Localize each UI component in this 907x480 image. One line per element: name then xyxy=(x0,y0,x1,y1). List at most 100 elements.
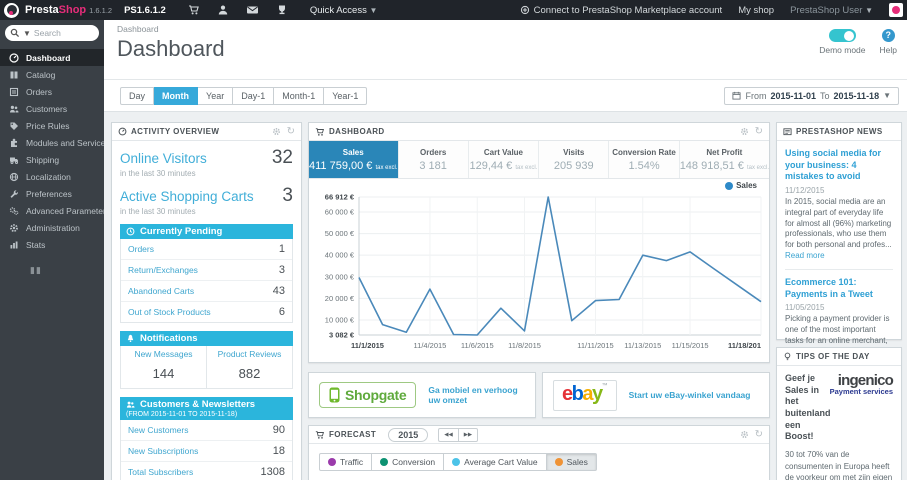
trophy-icon[interactable] xyxy=(276,4,288,16)
active-carts-link[interactable]: Active Shopping Carts xyxy=(120,189,254,204)
news-article: Using social media for your business: 4 … xyxy=(785,148,893,261)
sidebar-item-modules-and-services[interactable]: Modules and Services xyxy=(0,134,110,151)
range-month-1-button[interactable]: Month-1 xyxy=(274,86,325,105)
gear-icon[interactable] xyxy=(272,127,281,136)
sidebar-item-localization[interactable]: Localization xyxy=(0,168,104,185)
cart-icon[interactable] xyxy=(188,4,200,16)
date-from-value: 2015-11-01 xyxy=(770,90,817,101)
search-input[interactable] xyxy=(33,28,86,38)
sidebar-collapse-icon[interactable]: ▮▮ xyxy=(30,265,104,276)
cart-icon xyxy=(315,430,325,439)
range-day-button[interactable]: Day xyxy=(120,86,155,105)
bar-chart-icon xyxy=(10,241,18,248)
read-more-link[interactable]: Read more xyxy=(785,251,825,260)
list-item-orders[interactable]: Orders 1 xyxy=(121,239,292,260)
svg-text:11/1/2015: 11/1/2015 xyxy=(351,341,384,350)
search-scope-caret-icon[interactable]: ▼ xyxy=(23,29,31,38)
kpi-cart-value[interactable]: Cart Value 129,44 € tax excl. xyxy=(468,141,540,178)
tips-panel-header: TIPS OF THE DAY xyxy=(777,348,901,366)
forecast-prev-button[interactable]: ◀◀ xyxy=(438,427,458,442)
sidebar-item-dashboard[interactable]: Dashboard xyxy=(0,49,104,66)
list-item-returns[interactable]: Return/Exchanges 3 xyxy=(121,260,292,281)
online-visitors-value: 32 xyxy=(271,147,293,168)
demo-mode-toggle[interactable] xyxy=(828,29,856,42)
gear-icon[interactable] xyxy=(740,430,749,439)
shopgate-link[interactable]: Ga mobiel en verhoog uw omzet xyxy=(428,385,525,405)
range-day-1-button[interactable]: Day-1 xyxy=(233,86,275,105)
sales-chart-area: Sales 66 912 €60 000 €50 000 €40 000 €30… xyxy=(309,179,769,359)
kpi-sales[interactable]: Sales 411 759,00 € tax excl. xyxy=(309,141,399,178)
sidebar-item-shipping[interactable]: Shipping xyxy=(0,151,104,168)
toggle-conversion[interactable]: Conversion xyxy=(372,453,445,471)
svg-text:11/8/2015: 11/8/2015 xyxy=(508,341,541,350)
kpi-row: Sales 411 759,00 € tax excl. Orders 3 18… xyxy=(309,141,769,179)
range-month-button[interactable]: Month xyxy=(154,86,199,105)
kpi-net-profit[interactable]: Net Profit 148 918,51 € tax excl. xyxy=(679,141,769,178)
list-item-out-of-stock[interactable]: Out of Stock Products 6 xyxy=(121,302,292,322)
svg-text:60 000 €: 60 000 € xyxy=(325,207,355,216)
svg-text:11/15/2015: 11/15/2015 xyxy=(672,341,709,350)
news-article-title[interactable]: Ecommerce 101: Payments in a Tweet xyxy=(785,277,893,300)
sidebar-item-customers[interactable]: Customers xyxy=(0,100,104,117)
person-icon[interactable] xyxy=(217,4,229,16)
book-icon xyxy=(10,71,18,78)
range-year-button[interactable]: Year xyxy=(198,86,234,105)
news-article-title[interactable]: Using social media for your business: 4 … xyxy=(785,148,893,183)
list-item-total-subscribers[interactable]: Total Subscribers 1308 xyxy=(121,462,292,480)
online-visitors-link[interactable]: Online Visitors xyxy=(120,151,207,166)
shopgate-logo: Shopgate xyxy=(319,382,417,408)
prestashop-logo-icon[interactable] xyxy=(4,2,19,18)
kpi-visits[interactable]: Visits 205 939 xyxy=(539,141,610,178)
sidebar-item-advanced-parameters[interactable]: Advanced Parameters xyxy=(0,202,110,219)
toggle-traffic[interactable]: Traffic xyxy=(319,453,373,471)
forecast-toggle-group: Traffic Conversion Average Cart Value Sa… xyxy=(309,444,769,471)
quick-access-menu[interactable]: Quick Access ▼ xyxy=(310,5,378,16)
tips-of-the-day-panel: TIPS OF THE DAY ingenico Payment service… xyxy=(776,347,902,480)
help-icon[interactable]: ? xyxy=(881,29,895,42)
svg-text:3 082 €: 3 082 € xyxy=(329,331,355,340)
svg-text:50 000 €: 50 000 € xyxy=(325,229,355,238)
list-item-new-customers[interactable]: New Customers 90 xyxy=(121,420,292,441)
puzzle-icon xyxy=(11,138,17,147)
toggle-average-cart-value[interactable]: Average Cart Value xyxy=(444,453,547,471)
avatar[interactable] xyxy=(889,3,903,17)
refresh-icon[interactable]: ↻ xyxy=(287,126,295,137)
help-widget: ? Help xyxy=(880,29,897,55)
envelope-icon[interactable] xyxy=(246,4,259,16)
new-messages-cell[interactable]: New Messages 144 xyxy=(121,346,206,388)
toggle-sales[interactable]: Sales xyxy=(546,453,597,471)
date-toolbar: Day Month Year Day-1 Month-1 Year-1 From… xyxy=(104,79,907,112)
kpi-orders[interactable]: Orders 3 181 xyxy=(398,141,469,178)
kpi-conversion-rate[interactable]: Conversion Rate 1.54% xyxy=(609,141,680,178)
caret-down-icon: ▼ xyxy=(369,5,378,15)
sidebar-item-stats[interactable]: Stats xyxy=(0,236,104,253)
svg-text:20 000 €: 20 000 € xyxy=(325,294,355,303)
shopgate-module-panel: Shopgate Ga mobiel en verhoog uw omzet xyxy=(308,372,536,418)
gear-icon[interactable] xyxy=(740,127,749,136)
forecast-next-button[interactable]: ▶▶ xyxy=(457,427,479,442)
sidebar-item-administration[interactable]: Administration xyxy=(0,219,104,236)
refresh-icon[interactable]: ↻ xyxy=(755,429,763,440)
lightbulb-icon xyxy=(784,352,791,361)
sidebar-item-price-rules[interactable]: Price Rules xyxy=(0,117,104,134)
my-shop-link[interactable]: My shop xyxy=(738,5,774,16)
date-range-picker[interactable]: From 2015-11-01 To 2015-11-18 ▼ xyxy=(724,86,899,105)
sidebar-item-catalog[interactable]: Catalog xyxy=(0,66,104,83)
list-item-abandoned-carts[interactable]: Abandoned Carts 43 xyxy=(121,281,292,302)
header-widgets: Demo mode ? Help xyxy=(819,29,897,55)
sidebar-item-orders[interactable]: Orders xyxy=(0,83,104,100)
ebay-link[interactable]: Start uw eBay-winkel vandaag xyxy=(629,390,751,400)
marketplace-link[interactable]: Connect to PrestaShop Marketplace accoun… xyxy=(520,5,722,16)
sidebar-item-preferences[interactable]: Preferences xyxy=(0,185,104,202)
prestashop-news-panel: PRESTASHOP NEWS Using social media for y… xyxy=(776,122,902,403)
product-reviews-cell[interactable]: Product Reviews 882 xyxy=(206,346,292,388)
refresh-icon[interactable]: ↻ xyxy=(755,126,763,137)
user-menu[interactable]: PrestaShop User ▼ xyxy=(790,5,873,16)
search-icon[interactable] xyxy=(10,28,20,38)
sales-line-chart[interactable]: 66 912 € 60 000 € 50 000 € 40 000 € 30 000 €… xyxy=(311,187,767,358)
svg-text:11/4/2015: 11/4/2015 xyxy=(414,341,447,350)
notifications-header: Notifications xyxy=(120,331,293,346)
cart-icon xyxy=(315,127,325,136)
list-item-new-subscriptions[interactable]: New Subscriptions 18 xyxy=(121,441,292,462)
range-year-1-button[interactable]: Year-1 xyxy=(324,86,368,105)
